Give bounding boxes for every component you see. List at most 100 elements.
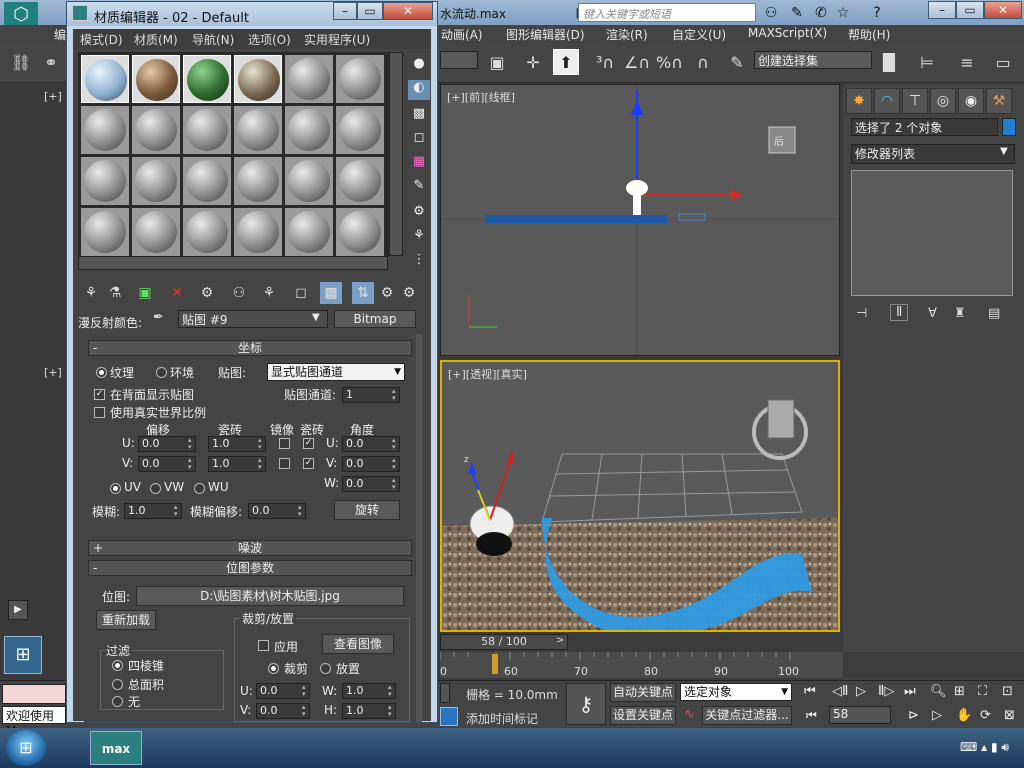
previous-frame-icon[interactable]: ◁Ⅱ — [832, 684, 848, 699]
go-to-parent-icon[interactable]: ⚙ — [376, 282, 398, 304]
key-mode-dropdown[interactable]: 选定对象 — [680, 683, 792, 701]
viewport-front[interactable]: [+][前][线框] 后 — [440, 84, 840, 356]
next-frame-arrow-icon[interactable]: > — [556, 635, 564, 646]
zoom-extents-all-icon[interactable]: ⊡ — [1002, 684, 1013, 699]
time-config-icon[interactable]: ⊳ — [908, 708, 919, 723]
manipulate-icon[interactable]: ⬆ — [553, 49, 579, 75]
sample-slot-14[interactable] — [132, 157, 180, 205]
bitmap-path-button[interactable]: D:\贴图素材\树木贴图.jpg — [136, 586, 404, 606]
u-mirror-checkbox[interactable] — [279, 438, 290, 449]
v-mirror-checkbox[interactable] — [279, 458, 290, 469]
sample-slots-vscroll[interactable] — [389, 52, 403, 256]
object-color-swatch[interactable] — [1002, 118, 1016, 136]
sample-slot-6[interactable] — [336, 55, 384, 103]
go-forward-sibling-icon[interactable]: ⚙ — [398, 282, 420, 304]
time-slider[interactable]: 58 / 100 — [440, 634, 568, 650]
rotate-button[interactable]: 旋转 — [334, 500, 400, 520]
sample-slot-7[interactable] — [81, 106, 129, 154]
sample-slot-11[interactable] — [285, 106, 333, 154]
spinner-snap-icon[interactable]: ∩ — [690, 50, 716, 76]
crop-radio[interactable] — [268, 663, 279, 674]
help-icon[interactable]: ? — [866, 3, 888, 23]
current-frame-field[interactable]: 58 — [829, 706, 891, 724]
apply-checkbox[interactable] — [258, 640, 269, 651]
viewport-left-area[interactable] — [0, 84, 72, 684]
search-input[interactable]: 键入关键字或短语 — [578, 3, 756, 22]
sample-slots-hscroll[interactable] — [78, 256, 388, 270]
sample-slot-23[interactable] — [285, 208, 333, 256]
sample-slot-20[interactable] — [132, 208, 180, 256]
v-offset-spinner[interactable]: 0.0 — [138, 456, 196, 472]
view-image-button[interactable]: 查看图像 — [322, 634, 394, 654]
modify-tab-icon[interactable]: ◠ — [874, 88, 900, 114]
chevron-down-icon[interactable]: ▼ — [1000, 146, 1008, 157]
eyedropper-icon[interactable]: ✒ — [153, 310, 164, 325]
sample-slot-8[interactable] — [132, 106, 180, 154]
map-name-field[interactable]: 贴图 #9 — [178, 310, 328, 328]
sample-slot-18[interactable] — [336, 157, 384, 205]
percent-snap-icon[interactable]: %∩ — [656, 50, 683, 76]
maximize-button[interactable]: ▭ — [956, 1, 984, 19]
menu-help[interactable]: 帮助(H) — [848, 26, 890, 43]
me-menu-utilities[interactable]: 实用程序(U) — [304, 31, 370, 48]
sample-slot-12[interactable] — [336, 106, 384, 154]
put-to-library-icon[interactable]: ⚘ — [258, 282, 280, 304]
sample-slot-13[interactable] — [81, 157, 129, 205]
goto-start-icon[interactable]: ⏮ — [804, 684, 816, 699]
create-tab-icon[interactable]: ✸ — [846, 88, 872, 114]
modifier-stack[interactable] — [851, 170, 1013, 296]
viewport-top-label[interactable]: [+] — [44, 90, 62, 103]
hierarchy-tab-icon[interactable]: ⊤ — [902, 88, 928, 114]
angle-snap-icon[interactable]: ∠∩ — [624, 50, 650, 76]
tools-icon[interactable]: ✎ — [786, 3, 808, 23]
menu-graph-editors[interactable]: 图形编辑器(D) — [506, 26, 585, 43]
u-tile-checkbox[interactable]: ✓ — [303, 438, 314, 449]
reload-button[interactable]: 重新加载 — [96, 610, 156, 630]
w-angle-spinner[interactable]: 0.0 — [342, 476, 400, 492]
sample-slot-10[interactable] — [234, 106, 282, 154]
sample-slot-1[interactable] — [81, 55, 129, 103]
selection-name-field[interactable]: 选择了 2 个对象 — [851, 118, 998, 136]
me-menu-mode[interactable]: 模式(D) — [80, 31, 123, 48]
timeline-track[interactable]: 0 60 70 80 90 100 — [440, 652, 843, 678]
show-map-on-back-checkbox[interactable]: ✓ — [94, 389, 105, 400]
make-unique-icon[interactable]: ⚇ — [228, 282, 250, 304]
copy-material-icon[interactable]: ⚙ — [196, 282, 218, 304]
mapping-dropdown[interactable]: 显式贴图通道 — [267, 363, 405, 381]
goto-end-icon[interactable]: ⏭ — [904, 684, 916, 699]
crop-w-spinner[interactable]: 1.0 — [342, 683, 396, 699]
me-menu-options[interactable]: 选项(O) — [248, 31, 291, 48]
add-time-tag[interactable]: 添加时间标记 — [466, 710, 538, 727]
bitmap-params-rollout-header[interactable]: - 位图参数 — [88, 560, 412, 576]
sample-slot-15[interactable] — [183, 157, 231, 205]
zoom-extents-icon[interactable]: ⛶ — [978, 684, 987, 699]
background-icon[interactable]: ▩ — [408, 106, 430, 126]
material-navigator-icon[interactable]: ⋮ — [408, 252, 430, 272]
isolate-toggle[interactable] — [440, 683, 450, 703]
make-preview-icon[interactable]: ✎ — [408, 178, 430, 198]
viewport-left-label[interactable]: [+] — [44, 366, 62, 379]
ribbon-icon[interactable]: ▭ — [990, 50, 1016, 76]
menu-edit[interactable]: 编 — [54, 26, 66, 43]
auto-key-button[interactable]: 自动关键点 — [610, 683, 676, 702]
select-by-material-icon[interactable]: ⚘ — [408, 228, 430, 248]
crop-u-spinner[interactable]: 0.0 — [256, 683, 310, 699]
backlight-icon[interactable]: ◐ — [408, 80, 430, 100]
viewport-persp-label[interactable]: [+][透视][真实] — [448, 366, 527, 382]
me-menu-navigation[interactable]: 导航(N) — [192, 31, 234, 48]
pin-stack-icon[interactable]: ⊣ — [856, 306, 867, 321]
crop-h-spinner[interactable]: 1.0 — [342, 703, 396, 719]
summed-area-radio[interactable] — [112, 679, 123, 690]
assign-material-icon[interactable]: ▣ — [134, 282, 156, 304]
u-angle-spinner[interactable]: 0.0 — [342, 436, 400, 452]
noise-rollout-header[interactable]: + 噪波 — [88, 540, 412, 556]
menu-maxscript[interactable]: MAXScript(X) — [748, 26, 827, 40]
me-close-button[interactable]: ✕ — [383, 2, 433, 20]
expand-viewport-button[interactable]: ▶ — [8, 600, 28, 620]
sample-slot-3[interactable] — [183, 55, 231, 103]
sample-type-icon[interactable]: ● — [408, 56, 430, 76]
place-radio[interactable] — [320, 663, 331, 674]
show-end-result-icon[interactable]: ⇅ — [352, 282, 374, 304]
chevron-down-icon[interactable]: ▼ — [312, 312, 320, 323]
map-channel-spinner[interactable]: 1 — [342, 387, 400, 403]
